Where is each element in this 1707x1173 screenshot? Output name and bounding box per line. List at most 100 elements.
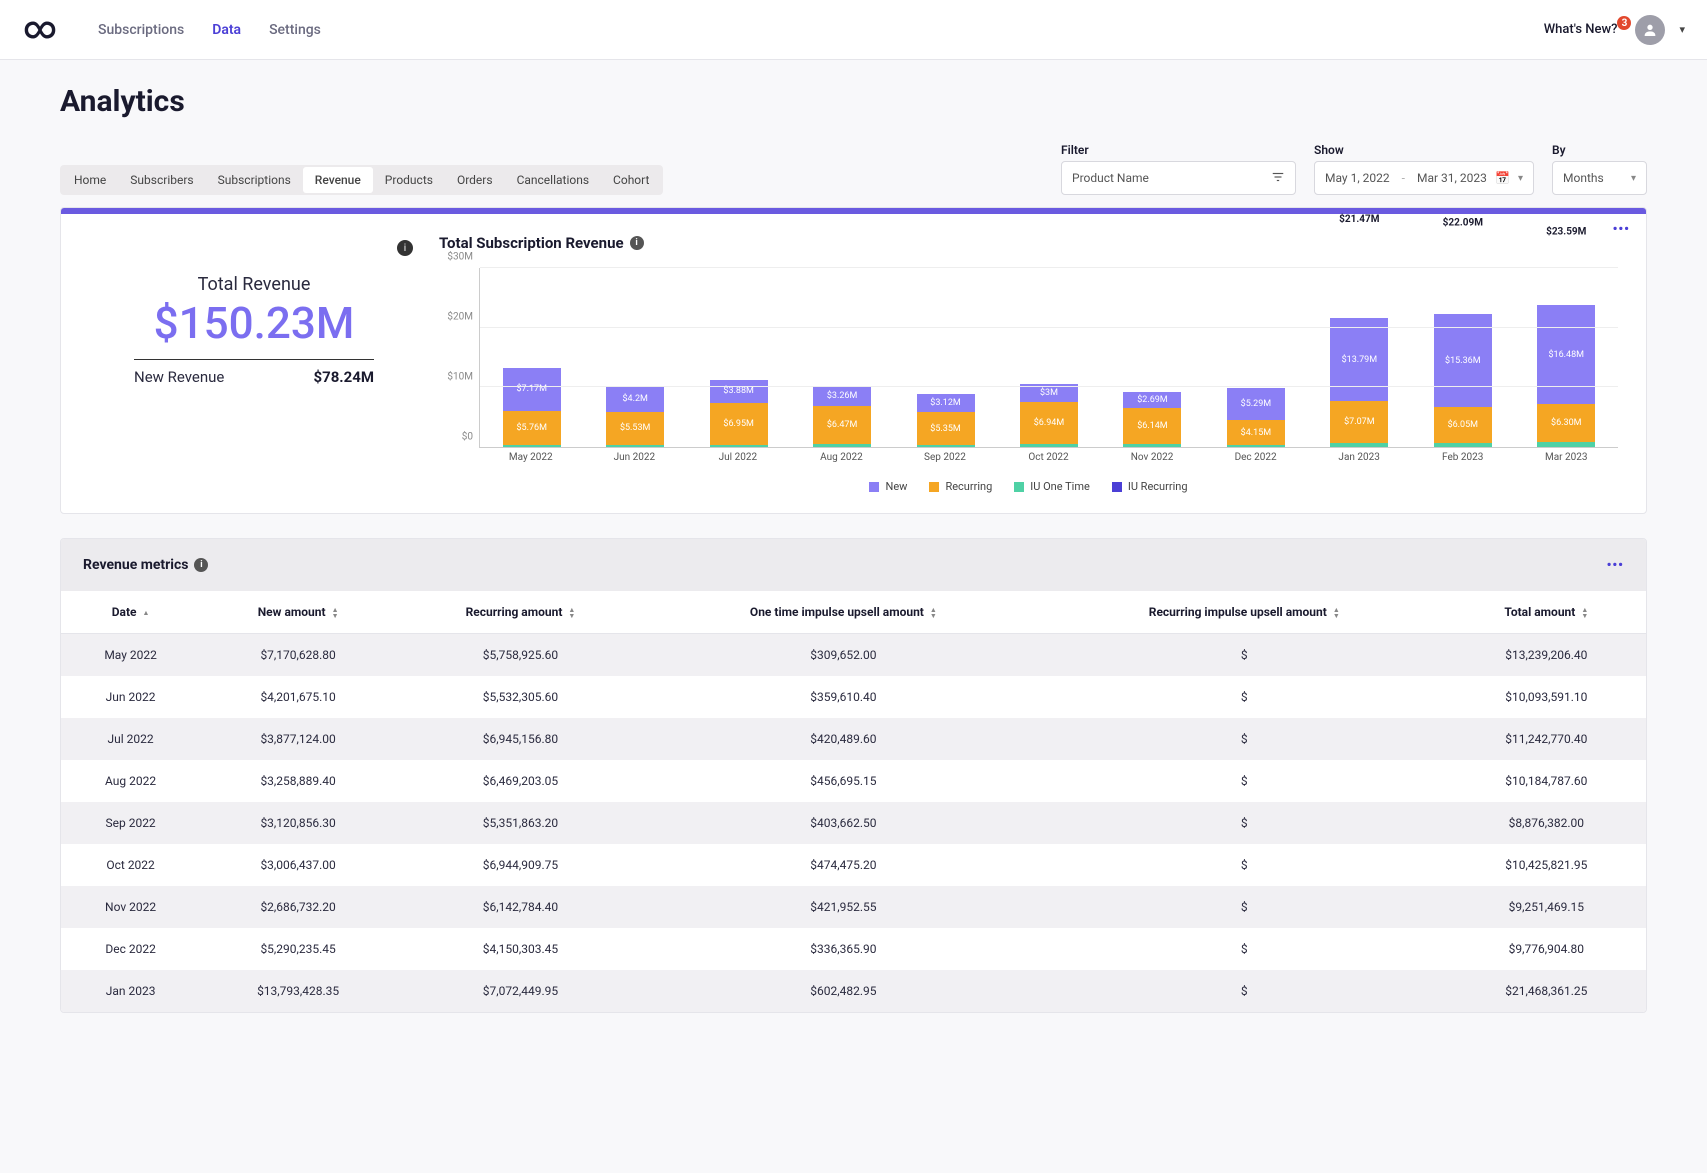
table-cell: $10,184,787.60 [1447, 760, 1646, 802]
nav-item-settings[interactable]: Settings [269, 22, 321, 38]
sort-icon[interactable]: ▲▼ [332, 607, 339, 619]
divider [134, 359, 374, 360]
bar-segment-recurring: $6.14M [1123, 408, 1181, 445]
tab-cohort[interactable]: Cohort [601, 167, 661, 193]
tab-products[interactable]: Products [373, 167, 445, 193]
bar-total-label: $10.43M [1029, 207, 1069, 266]
y-axis: $0$10M$20M$30M [439, 268, 477, 448]
whats-new-link[interactable]: What's New? 3 [1544, 22, 1622, 37]
x-label: Nov 2022 [1100, 448, 1204, 468]
bar-segment-iu-one-time [1227, 445, 1285, 447]
sort-icon[interactable]: ▲▼ [568, 607, 575, 619]
column-header[interactable]: One time impulse upsell amount▲▼ [645, 591, 1042, 634]
bar-segment-iu-one-time [606, 445, 664, 447]
table-cell: Jun 2022 [61, 676, 200, 718]
bar-segment-recurring: $6.30M [1537, 404, 1595, 442]
table-cell: May 2022 [61, 634, 200, 677]
sort-icon[interactable]: ▲▼ [930, 607, 937, 619]
by-select[interactable]: Months ▾ [1552, 161, 1647, 195]
filter-label: Filter [1061, 143, 1296, 157]
tab-subscribers[interactable]: Subscribers [118, 167, 205, 193]
bar-segment-iu-one-time [1020, 444, 1078, 447]
bar-segment-recurring: $6.05M [1434, 407, 1492, 443]
date-to: Mar 31, 2023 [1417, 171, 1487, 185]
table-cell: $7,072,449.95 [396, 970, 645, 1012]
bar-segment-new: $2.69M [1123, 392, 1181, 408]
bar-group: $6.94M$3M$10.43M [997, 268, 1100, 447]
bar-segment-new: $7.17M [503, 368, 561, 411]
bar-total-label: $21.47M [1339, 214, 1379, 266]
x-label: Feb 2023 [1411, 448, 1515, 468]
column-header[interactable]: Date▲ [61, 591, 200, 634]
table-cell: $3,120,856.30 [200, 802, 396, 844]
legend-item[interactable]: IU One Time [1014, 480, 1090, 493]
table-row: Sep 2022$3,120,856.30$5,351,863.20$403,6… [61, 802, 1646, 844]
nav-item-subscriptions[interactable]: Subscriptions [98, 22, 184, 38]
column-header[interactable]: New amount▲▼ [200, 591, 396, 634]
legend-item[interactable]: IU Recurring [1112, 480, 1188, 493]
tab-revenue[interactable]: Revenue [303, 167, 373, 193]
column-header[interactable]: Recurring impulse upsell amount▲▼ [1042, 591, 1447, 634]
sort-icon[interactable]: ▲▼ [1333, 607, 1340, 619]
x-label: Mar 2023 [1514, 448, 1618, 468]
bar-segment-iu-one-time [503, 445, 561, 447]
bar-segment-iu-one-time [710, 445, 768, 447]
table-cell: Dec 2022 [61, 928, 200, 970]
legend-item[interactable]: Recurring [929, 480, 992, 493]
calendar-icon: 📅 [1495, 171, 1510, 185]
bar-total-label: $10.09M [615, 207, 655, 266]
bar-segment-iu-one-time [1434, 443, 1492, 447]
logo[interactable] [22, 12, 58, 48]
bar-segment-recurring: $5.53M [606, 412, 664, 445]
sort-icon[interactable]: ▲ [143, 610, 150, 616]
table-cell: $9,776,904.80 [1447, 928, 1646, 970]
grid-line [480, 327, 1618, 328]
table-cell: $6,945,156.80 [396, 718, 645, 760]
info-icon[interactable]: i [194, 558, 208, 572]
table-cell: Sep 2022 [61, 802, 200, 844]
info-icon[interactable]: i [397, 240, 413, 256]
table-cell: $5,758,925.60 [396, 634, 645, 677]
legend-swatch [1112, 482, 1122, 492]
tab-subscriptions[interactable]: Subscriptions [206, 167, 303, 193]
filter-product-select[interactable]: Product Name [1061, 161, 1296, 195]
bar-total-label: $9.78M [1239, 207, 1274, 266]
bar-segment-new: $13.79M [1330, 318, 1388, 401]
analytics-tabs: HomeSubscribersSubscriptionsRevenueProdu… [60, 165, 663, 195]
x-label: Jul 2022 [686, 448, 790, 468]
bar-segment-new: $3.12M [917, 394, 975, 413]
bar-segment-new: $3.26M [813, 386, 871, 406]
table-cell: $309,652.00 [645, 634, 1042, 677]
table-cell: Jan 2023 [61, 970, 200, 1012]
nav-item-data[interactable]: Data [212, 22, 241, 38]
bar-segment-recurring: $4.15M [1227, 420, 1285, 445]
legend-swatch [929, 482, 939, 492]
legend-item[interactable]: New [869, 480, 907, 493]
bar-group: $6.14M$2.69M$9.25M [1101, 268, 1204, 447]
legend-label: IU Recurring [1128, 480, 1188, 493]
filter-icon [1271, 170, 1285, 187]
table-cell: $5,290,235.45 [200, 928, 396, 970]
sort-icon[interactable]: ▲▼ [1581, 607, 1588, 619]
x-label: Sep 2022 [893, 448, 997, 468]
user-avatar[interactable] [1635, 15, 1665, 45]
bar-total-label: $9.25M [1135, 207, 1170, 266]
tab-orders[interactable]: Orders [445, 167, 505, 193]
x-label: May 2022 [479, 448, 583, 468]
table-cell: $10,093,591.10 [1447, 676, 1646, 718]
table-menu-button[interactable]: ••• [1607, 558, 1624, 573]
bar-segment-new: $4.2M [606, 386, 664, 411]
user-menu-chevron[interactable]: ▾ [1679, 23, 1685, 36]
bar-chart: $0$10M$20M$30M $5.76M$7.17M$13.24M$5.53M… [479, 268, 1618, 468]
column-header[interactable]: Recurring amount▲▼ [396, 591, 645, 634]
column-header[interactable]: Total amount▲▼ [1447, 591, 1646, 634]
revenue-card: ••• i Total Revenue $150.23M New Revenue… [60, 207, 1647, 514]
bar-segment-iu-one-time [1123, 444, 1181, 447]
date-range-picker[interactable]: May 1, 2022 - Mar 31, 2023 📅 ▾ [1314, 161, 1534, 195]
legend-label: Recurring [945, 480, 992, 493]
table-cell: $ [1042, 886, 1447, 928]
tab-home[interactable]: Home [62, 167, 118, 193]
tab-cancellations[interactable]: Cancellations [505, 167, 601, 193]
table-cell: $6,469,203.05 [396, 760, 645, 802]
table-cell: Aug 2022 [61, 760, 200, 802]
